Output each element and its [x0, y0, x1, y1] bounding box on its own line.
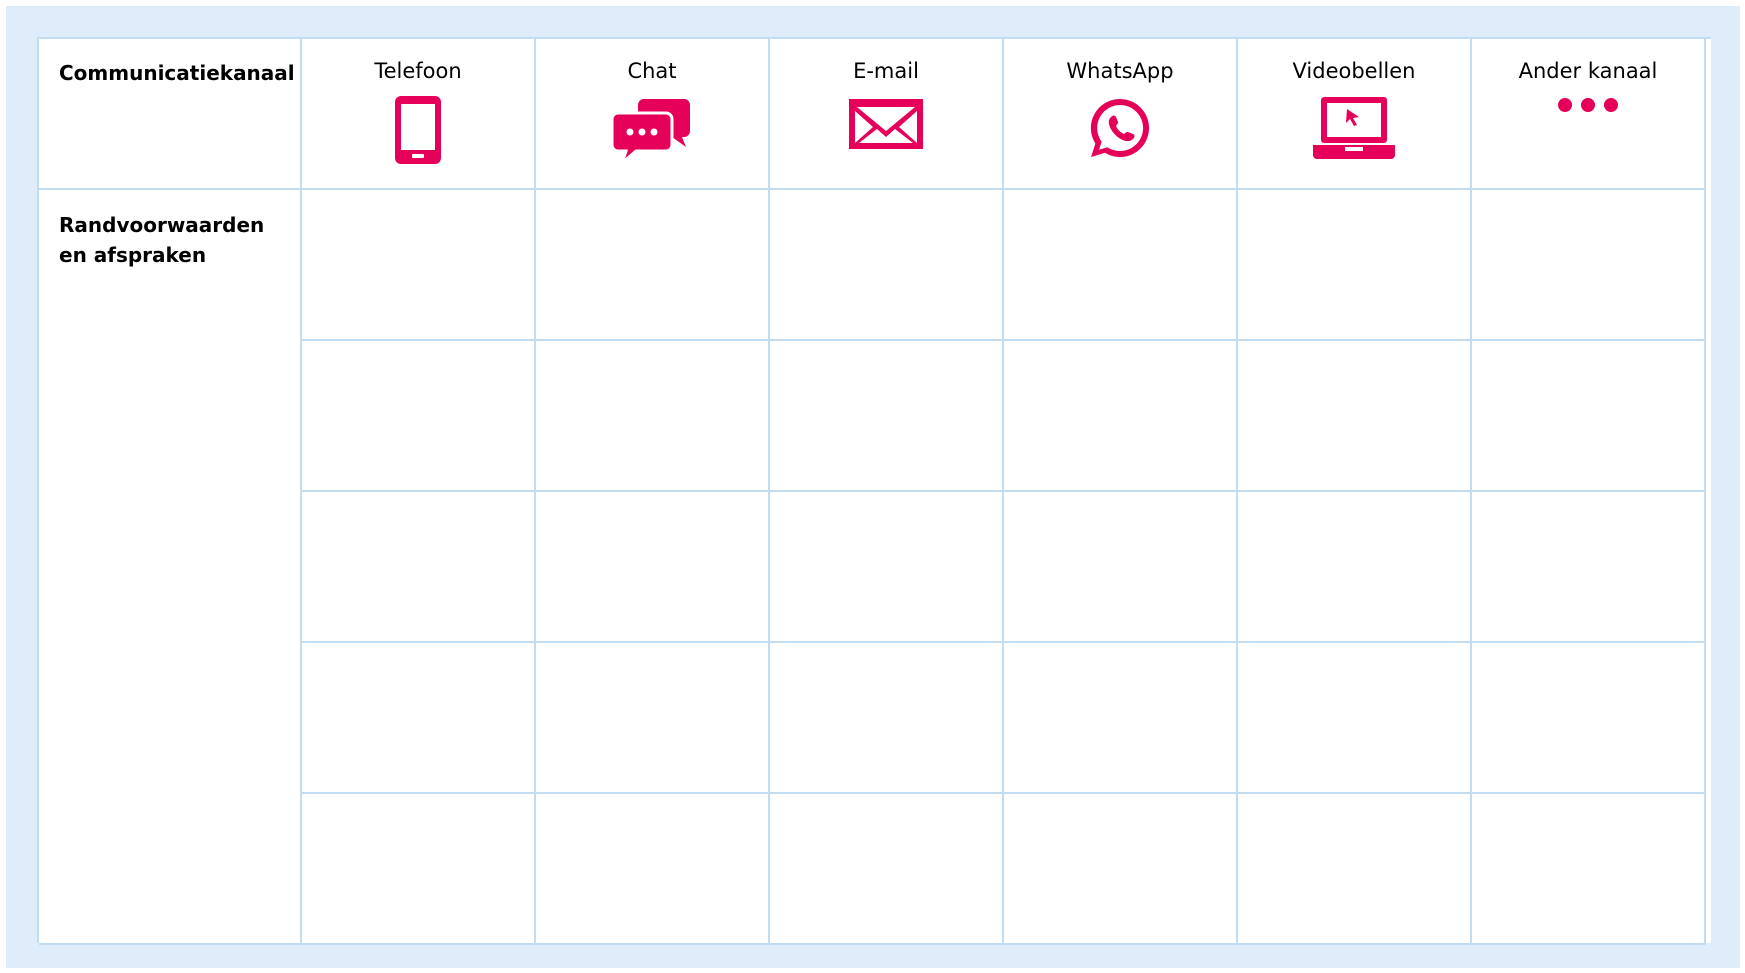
chat-icon	[612, 99, 690, 167]
column-header-ander-kanaal: Ander kanaal	[1472, 39, 1706, 190]
table-cell[interactable]	[302, 643, 536, 794]
row-label-line-1: Randvoorwaarden	[59, 213, 265, 237]
table-cell[interactable]	[1004, 794, 1238, 945]
column-header-chat: Chat	[536, 39, 770, 190]
table-cell[interactable]	[536, 643, 770, 794]
row-label: Randvoorwaarden en afspraken	[39, 190, 302, 945]
table-cell[interactable]	[1004, 341, 1238, 492]
table-cell[interactable]	[1004, 643, 1238, 794]
table-cell[interactable]	[770, 190, 1004, 341]
table-cell[interactable]	[302, 794, 536, 945]
more-icon	[1558, 98, 1618, 112]
table-cell[interactable]	[770, 492, 1004, 643]
table-cell[interactable]	[1472, 492, 1706, 643]
table-cell[interactable]	[536, 190, 770, 341]
table-cell[interactable]	[770, 643, 1004, 794]
table-cell[interactable]	[1472, 190, 1706, 341]
communication-table: Communicatiekanaal Telefoon Chat E-mail	[37, 37, 1711, 945]
table-cell[interactable]	[1472, 794, 1706, 945]
whatsapp-icon	[1090, 98, 1150, 157]
table-cell[interactable]	[536, 794, 770, 945]
table-cell[interactable]	[770, 794, 1004, 945]
column-header-whatsapp: WhatsApp	[1004, 39, 1238, 190]
table-cell[interactable]	[1004, 190, 1238, 341]
table-cell[interactable]	[770, 341, 1004, 492]
table-cell[interactable]	[1238, 341, 1472, 492]
column-header-videobellen: Videobellen	[1238, 39, 1472, 190]
row-label-line-2: en afspraken	[59, 243, 207, 267]
column-label: E-mail	[853, 59, 919, 83]
table-cell[interactable]	[1238, 643, 1472, 794]
corner-label: Communicatiekanaal	[59, 61, 295, 85]
column-label: Telefoon	[374, 59, 462, 83]
column-label: Chat	[627, 59, 677, 83]
table-cell[interactable]	[1238, 794, 1472, 945]
column-label: WhatsApp	[1066, 59, 1174, 83]
table-cell[interactable]	[1238, 190, 1472, 341]
column-header-telefoon: Telefoon	[302, 39, 536, 190]
table-cell[interactable]	[1472, 643, 1706, 794]
laptop-icon	[1313, 97, 1395, 159]
mail-icon	[849, 99, 923, 149]
column-label: Videobellen	[1292, 59, 1416, 83]
phone-icon	[395, 96, 441, 164]
table-cell[interactable]	[302, 492, 536, 643]
table-cell[interactable]	[1238, 492, 1472, 643]
table-cell[interactable]	[1472, 341, 1706, 492]
table-cell[interactable]	[302, 190, 536, 341]
column-label: Ander kanaal	[1518, 59, 1658, 83]
table-cell[interactable]	[1004, 492, 1238, 643]
table-cell[interactable]	[536, 492, 770, 643]
table-cell[interactable]	[302, 341, 536, 492]
corner-header: Communicatiekanaal	[39, 39, 302, 190]
column-header-email: E-mail	[770, 39, 1004, 190]
table-cell[interactable]	[536, 341, 770, 492]
